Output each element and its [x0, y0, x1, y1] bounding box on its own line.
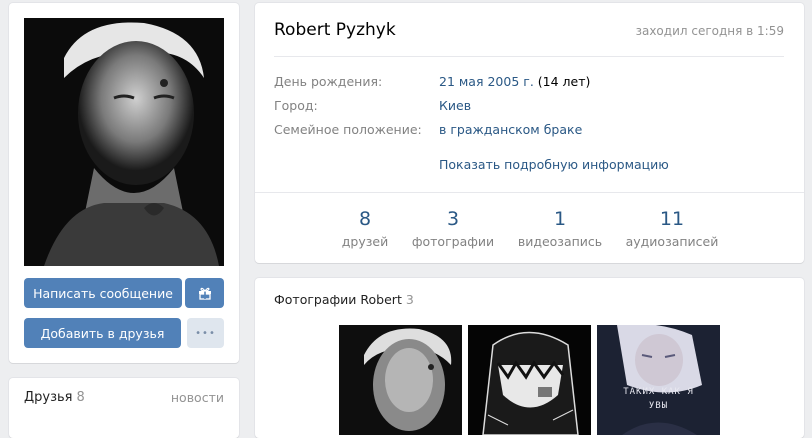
- show-full-info-link[interactable]: Показать подробную информацию: [439, 157, 669, 172]
- photos-card: Фотографии Robert 3 ТАКИХ КАК Я УВЫ: [255, 278, 804, 438]
- birthday-date-link[interactable]: 21 мая 2005 г.: [439, 74, 534, 89]
- photo-thumbnail[interactable]: [339, 325, 462, 435]
- photos-title: Фотографии Robert: [274, 292, 402, 307]
- divider: [274, 56, 784, 57]
- last-seen-status: заходил сегодня в 1:59: [635, 24, 784, 38]
- gift-icon: [198, 287, 211, 300]
- counter-label: фотографии: [411, 234, 495, 249]
- birthday-age: (14 лет): [537, 74, 591, 89]
- friends-title: Друзья: [24, 390, 73, 405]
- counter-friends[interactable]: 8 друзей: [315, 208, 415, 249]
- profile-avatar[interactable]: [24, 18, 224, 266]
- more-dots-icon: •••: [195, 327, 216, 339]
- birthday-label: День рождения:: [274, 74, 383, 89]
- friends-card: Друзья 8 новости: [9, 378, 239, 438]
- photo-caption: ТАКИХ КАК Я: [623, 387, 694, 397]
- friends-news-link[interactable]: новости: [171, 390, 224, 405]
- photo-thumbnail[interactable]: [468, 325, 591, 435]
- photo-image: [468, 325, 591, 435]
- counter-label: аудиозаписей: [625, 234, 719, 249]
- counter-label: видеозапись: [517, 234, 603, 249]
- counter-audio[interactable]: 11 аудиозаписей: [622, 208, 722, 249]
- more-actions-button[interactable]: •••: [187, 318, 224, 348]
- friends-count: 8: [76, 390, 85, 405]
- photo-thumbnail[interactable]: ТАКИХ КАК Я УВЫ: [597, 325, 720, 435]
- divider: [255, 192, 804, 193]
- avatar-card: Написать сообщение Добавить в друзья •••: [9, 3, 239, 363]
- profile-name: Robert Pyzhyk: [274, 20, 396, 40]
- avatar-image: [24, 18, 224, 266]
- profile-info-card: Robert Pyzhyk заходил сегодня в 1:59 Ден…: [255, 3, 804, 263]
- photos-header[interactable]: Фотографии Robert 3: [274, 292, 414, 307]
- friends-header[interactable]: Друзья 8: [24, 390, 85, 405]
- send-message-button[interactable]: Написать сообщение: [24, 278, 182, 308]
- counter-videos[interactable]: 1 видеозапись: [510, 208, 610, 249]
- city-label: Город:: [274, 98, 318, 113]
- photos-count: 3: [405, 292, 414, 307]
- photo-caption: УВЫ: [648, 401, 669, 411]
- relationship-label: Семейное положение:: [274, 122, 422, 137]
- counter-value: 3: [446, 208, 460, 230]
- add-friend-button[interactable]: Добавить в друзья: [24, 318, 181, 348]
- relationship-link[interactable]: в гражданском браке: [439, 122, 582, 137]
- counter-value: 8: [358, 208, 372, 230]
- counter-photos[interactable]: 3 фотографии: [403, 208, 503, 249]
- birthday-value: 21 мая 2005 г. (14 лет): [439, 74, 590, 89]
- counter-value: 1: [553, 208, 567, 230]
- photo-image: [339, 325, 462, 435]
- city-link[interactable]: Киев: [439, 98, 471, 113]
- send-message-label: Написать сообщение: [33, 285, 173, 301]
- counter-label: друзей: [341, 234, 389, 249]
- send-gift-button[interactable]: [185, 278, 224, 308]
- counter-value: 11: [659, 208, 685, 230]
- photo-image: [597, 325, 720, 435]
- add-friend-label: Добавить в друзья: [40, 325, 165, 341]
